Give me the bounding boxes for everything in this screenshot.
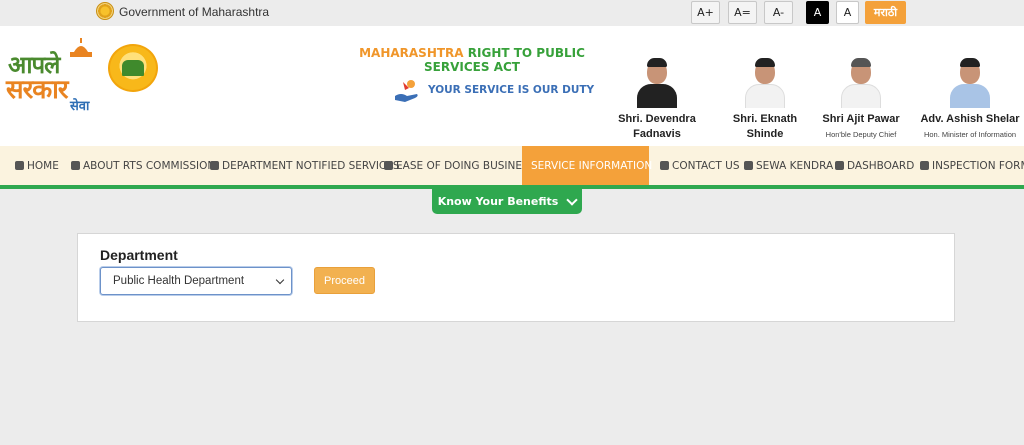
leader-photo: [741, 58, 789, 108]
phone-icon: [660, 161, 669, 170]
briefcase-icon: [920, 161, 929, 170]
site-header: आपले सरकार सेवा MAHARASHTRA RIGHT TO PUB…: [0, 26, 1024, 169]
nav-item-home[interactable]: HOME: [15, 146, 59, 185]
nav-item-about-rts-commission[interactable]: ABOUT RTS COMMISSION: [71, 146, 215, 185]
nav-item-department-notified-services[interactable]: DEPARTMENT NOTIFIED SERVICES: [210, 146, 400, 185]
government-label: Government of Maharashtra: [119, 5, 270, 19]
nav-item-inspection-form[interactable]: INSPECTION FORM: [920, 146, 1024, 185]
rts-commission-logo-icon: [108, 44, 158, 92]
chevron-down-icon: [566, 193, 578, 206]
department-selected-value: Public Health Department: [113, 275, 245, 287]
dome-icon: [70, 38, 92, 57]
nav-item-label: HOME: [27, 159, 59, 172]
contrast-light-button[interactable]: A: [836, 1, 859, 24]
contrast-dark-button[interactable]: A: [806, 1, 829, 24]
nav-item-label: EASE OF DOING BUSINESS: [396, 159, 536, 172]
trophy-icon: [71, 161, 80, 170]
briefcase-icon: [384, 161, 393, 170]
chevron-down-icon: [275, 275, 285, 285]
department-select[interactable]: Public Health Department: [100, 267, 292, 295]
font-reset-button[interactable]: A=: [728, 1, 757, 24]
nav-item-label: ABOUT RTS COMMISSION: [83, 159, 216, 172]
service-hand-icon: [395, 80, 418, 102]
nav-item-label: DASHBOARD: [847, 159, 915, 172]
nav-item-ease-of-doing-business[interactable]: EASE OF DOING BUSINESS: [384, 146, 535, 185]
dashboard-icon: [835, 161, 844, 170]
leader-card: Shri Ajit Pawar Hon'ble Deputy Chief Min…: [816, 58, 906, 157]
nav-item-dashboard[interactable]: DASHBOARD: [835, 146, 914, 185]
leader-name: Shri. Devendra Fadnavis: [618, 113, 696, 140]
leader-photo: [946, 58, 994, 108]
rts-title-orange: MAHARASHTRA: [359, 46, 464, 60]
department-label: Department: [100, 247, 178, 263]
font-increase-button[interactable]: A+: [691, 1, 720, 24]
department-form-panel: Department Public Health Department Proc…: [77, 233, 955, 322]
home-icon: [15, 161, 24, 170]
language-toggle-button[interactable]: मराठी: [865, 1, 906, 24]
nav-item-label: DEPARTMENT NOTIFIED SERVICES: [222, 159, 400, 172]
top-bar: Government of Maharashtra A+ A= A- A A म…: [0, 0, 1024, 26]
rts-act-title: MAHARASHTRA RIGHT TO PUBLIC SERVICES ACT: [350, 46, 594, 74]
logo-text-seva: सेवा: [70, 99, 90, 114]
logo-text-sarkar: सरकार: [6, 75, 69, 105]
nav-item-label: SEWA KENDRA: [756, 159, 834, 172]
nav-item-contact-us[interactable]: CONTACT US: [660, 146, 739, 185]
nav-item-label: CONTACT US: [672, 159, 740, 172]
leader-card: Shri. Devendra Fadnavis Hon'ble Chief Mi…: [612, 58, 702, 157]
leader-name: Shri Ajit Pawar: [822, 113, 900, 125]
nav-item-label: INSPECTION FORM: [932, 159, 1024, 172]
user-icon: [210, 161, 219, 170]
leader-name: Adv. Ashish Shelar: [920, 113, 1020, 125]
font-decrease-button[interactable]: A-: [764, 1, 793, 24]
leader-photo: [837, 58, 885, 108]
rts-tagline: YOUR SERVICE IS OUR DUTY: [428, 84, 595, 96]
know-your-benefits-toggle[interactable]: Know Your Benefits: [432, 189, 582, 214]
proceed-button[interactable]: Proceed: [314, 267, 375, 294]
leader-name: Shri. Eknath Shinde: [732, 113, 798, 140]
nav-item-sewa-kendra[interactable]: SEWA KENDRA: [744, 146, 833, 185]
know-your-benefits-label: Know Your Benefits: [437, 195, 559, 208]
state-emblem-icon: [96, 2, 114, 20]
nav-item-label: SERVICE INFORMATION: [531, 159, 653, 172]
main-navigation: HOME ABOUT RTS COMMISSION DEPARTMENT NOT…: [0, 146, 1024, 185]
leader-photo: [633, 58, 681, 108]
user-icon: [744, 161, 753, 170]
nav-item-service-information[interactable]: SERVICE INFORMATION: [522, 146, 653, 185]
leader-card: Adv. Ashish Shelar Hon. Minister of Info…: [918, 58, 1022, 157]
